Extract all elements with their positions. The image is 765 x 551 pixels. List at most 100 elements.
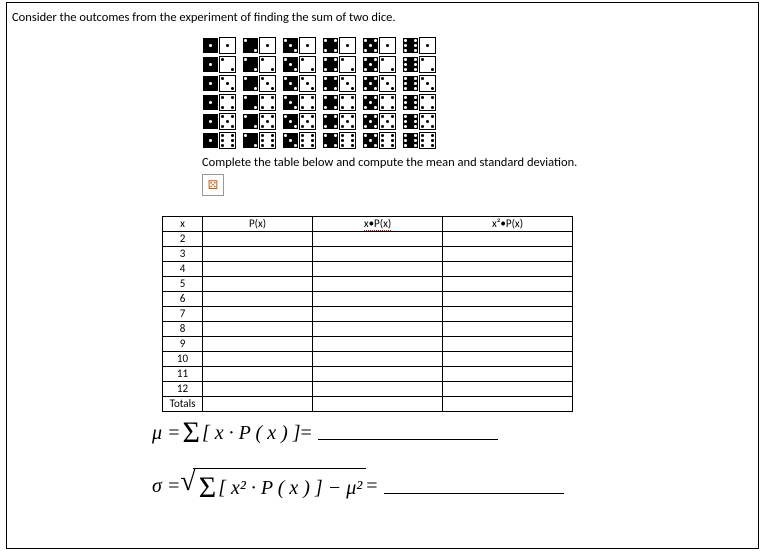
die-3 xyxy=(259,75,276,92)
die-pair xyxy=(362,75,396,92)
die-pair xyxy=(362,56,396,73)
die-5 xyxy=(299,113,316,130)
die-6 xyxy=(402,75,419,92)
die-2 xyxy=(339,56,356,73)
die-1 xyxy=(219,37,236,54)
die-5 xyxy=(419,113,436,130)
die-pair xyxy=(242,37,276,54)
die-pair xyxy=(362,113,396,130)
die-6 xyxy=(419,132,436,149)
die-5 xyxy=(379,113,396,130)
die-pair xyxy=(322,56,356,73)
die-pair xyxy=(362,94,396,111)
die-1 xyxy=(202,94,219,111)
die-5 xyxy=(362,37,379,54)
die-1 xyxy=(202,37,219,54)
die-3 xyxy=(282,94,299,111)
die-3 xyxy=(339,75,356,92)
die-pair xyxy=(242,75,276,92)
die-4 xyxy=(299,94,316,111)
die-4 xyxy=(322,56,339,73)
die-pair xyxy=(402,75,436,92)
die-2 xyxy=(242,56,259,73)
die-pair xyxy=(282,75,316,92)
die-3 xyxy=(282,75,299,92)
die-pair xyxy=(242,94,276,111)
die-6 xyxy=(339,132,356,149)
die-pair xyxy=(202,75,236,92)
die-5 xyxy=(259,113,276,130)
die-4 xyxy=(322,94,339,111)
die-3 xyxy=(282,37,299,54)
die-pair xyxy=(322,132,356,149)
die-pair xyxy=(282,132,316,149)
die-pair xyxy=(402,132,436,149)
die-pair xyxy=(402,56,436,73)
die-3 xyxy=(299,75,316,92)
die-2 xyxy=(379,56,396,73)
die-pair xyxy=(202,94,236,111)
die-4 xyxy=(379,94,396,111)
die-3 xyxy=(219,75,236,92)
die-3 xyxy=(282,56,299,73)
die-pair xyxy=(202,56,236,73)
die-4 xyxy=(322,37,339,54)
die-pair xyxy=(242,132,276,149)
die-2 xyxy=(242,113,259,130)
die-pair xyxy=(402,113,436,130)
die-1 xyxy=(379,37,396,54)
die-5 xyxy=(219,113,236,130)
die-5 xyxy=(362,75,379,92)
die-4 xyxy=(419,94,436,111)
die-6 xyxy=(299,132,316,149)
die-6 xyxy=(402,94,419,111)
die-pair xyxy=(322,75,356,92)
die-pair xyxy=(242,113,276,130)
die-4 xyxy=(219,94,236,111)
die-3 xyxy=(282,132,299,149)
die-6 xyxy=(402,56,419,73)
die-pair xyxy=(362,37,396,54)
die-pair xyxy=(402,94,436,111)
die-5 xyxy=(362,94,379,111)
die-4 xyxy=(322,75,339,92)
die-1 xyxy=(339,37,356,54)
die-1 xyxy=(259,37,276,54)
die-1 xyxy=(202,113,219,130)
die-6 xyxy=(402,113,419,130)
die-2 xyxy=(219,56,236,73)
die-6 xyxy=(379,132,396,149)
die-pair xyxy=(282,56,316,73)
die-pair xyxy=(322,37,356,54)
die-1 xyxy=(299,37,316,54)
die-pair xyxy=(282,37,316,54)
die-3 xyxy=(379,75,396,92)
die-pair xyxy=(282,113,316,130)
die-5 xyxy=(339,113,356,130)
die-pair xyxy=(202,113,236,130)
die-2 xyxy=(242,132,259,149)
die-4 xyxy=(322,132,339,149)
die-2 xyxy=(242,94,259,111)
die-5 xyxy=(362,113,379,130)
die-pair xyxy=(202,132,236,149)
die-1 xyxy=(202,132,219,149)
die-4 xyxy=(259,94,276,111)
die-pair xyxy=(322,113,356,130)
die-4 xyxy=(339,94,356,111)
die-pair xyxy=(242,56,276,73)
die-5 xyxy=(362,56,379,73)
die-2 xyxy=(419,56,436,73)
die-6 xyxy=(219,132,236,149)
die-pair xyxy=(402,37,436,54)
die-2 xyxy=(259,56,276,73)
die-pair xyxy=(362,132,396,149)
die-6 xyxy=(402,37,419,54)
die-1 xyxy=(202,56,219,73)
die-6 xyxy=(259,132,276,149)
die-2 xyxy=(242,37,259,54)
die-5 xyxy=(362,132,379,149)
die-3 xyxy=(419,75,436,92)
die-pair xyxy=(202,37,236,54)
die-1 xyxy=(202,75,219,92)
